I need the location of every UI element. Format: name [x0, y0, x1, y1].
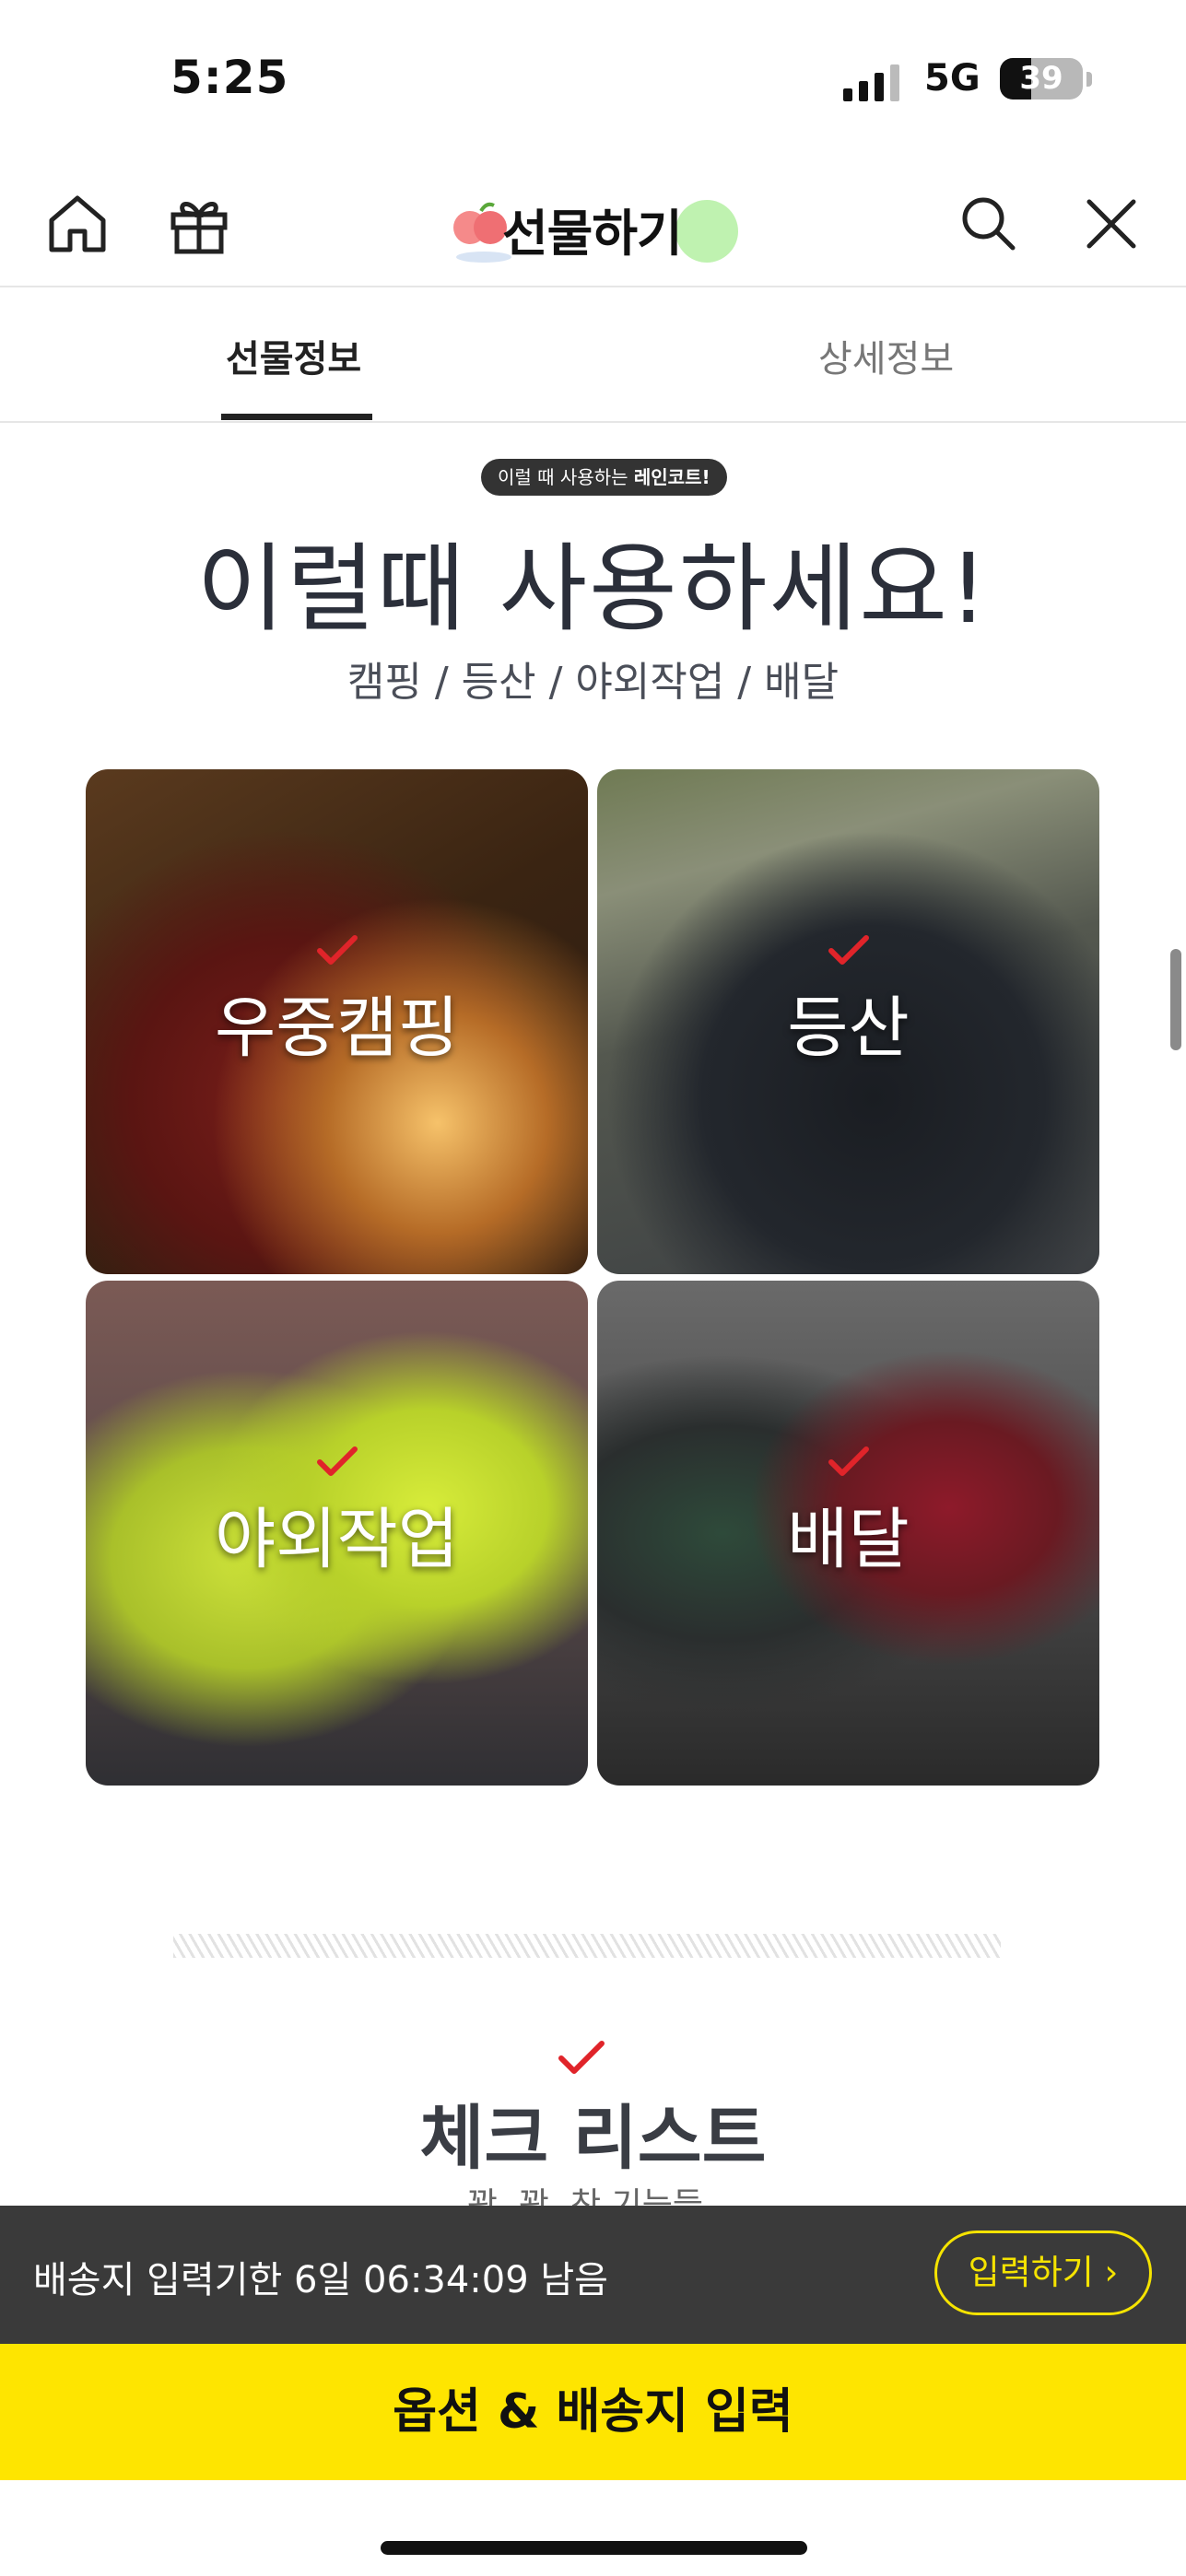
usage-subheading: 캠핑 / 등산 / 야외작업 / 배달	[346, 659, 840, 706]
ribbon-icon	[675, 200, 738, 263]
checklist-title: 체크 리스트	[419, 2097, 767, 2179]
status-bar: 5:25 5G 39	[0, 0, 1186, 161]
tile-label: 등산	[787, 989, 910, 1067]
raincoat-pill: 이럴 때 사용하는 레인코트!	[481, 459, 727, 496]
option-address-button[interactable]: 옵션 & 배송지 입력	[0, 2344, 1186, 2480]
tile-camping: 우중캠핑	[86, 769, 588, 1274]
check-icon	[828, 1446, 869, 1477]
tab-gift-info[interactable]: 선물정보	[226, 329, 361, 382]
delivery-deadline-bar: 배송지 입력기한 6일 06:34:09 남음 입력하기 ›	[0, 2206, 1186, 2344]
tile-label: 우중캠핑	[215, 989, 459, 1067]
usage-heading: 이럴때 사용하세요!	[196, 533, 990, 645]
tab-detail-info[interactable]: 상세정보	[818, 329, 954, 382]
signal-icon	[843, 64, 899, 101]
tab-bar: 선물정보 상세정보	[0, 287, 1186, 423]
product-detail-content: 이럴 때 사용하는 레인코트! 이럴때 사용하세요! 캠핑 / 등산 / 야외작…	[0, 423, 1186, 2206]
checklist-subtitle: 꽉. 꽉. 찬 기능들	[442, 2178, 728, 2206]
header-title: 선물하기	[502, 205, 683, 263]
search-icon[interactable]	[954, 189, 1024, 259]
app-header: 선물하기	[0, 161, 1186, 287]
close-icon[interactable]	[1076, 189, 1146, 259]
home-icon[interactable]	[42, 189, 112, 259]
check-icon	[316, 1446, 358, 1477]
tile-outdoor-work: 야외작업	[86, 1281, 588, 1786]
scrollbar-thumb[interactable]	[1170, 949, 1181, 1050]
home-indicator	[381, 2541, 807, 2555]
tile-label: 야외작업	[215, 1500, 459, 1578]
network-label: 5G	[924, 57, 981, 100]
check-icon	[558, 2041, 605, 2074]
pill-text: 이럴 때 사용하는	[498, 466, 634, 488]
enter-address-button[interactable]: 입력하기 ›	[934, 2231, 1152, 2315]
tile-delivery: 배달	[597, 1281, 1099, 1786]
tile-label: 배달	[787, 1500, 910, 1578]
active-tab-indicator	[221, 414, 372, 420]
check-icon	[828, 935, 869, 966]
deadline-text: 배송지 입력기한 6일 06:34:09 남음	[33, 2259, 608, 2301]
battery-icon: 39	[1000, 58, 1092, 100]
battery-level: 39	[1019, 60, 1063, 97]
divider-hatch	[173, 1934, 1001, 1958]
pill-bold-text: 레인코트!	[633, 466, 710, 488]
status-time: 5:25	[170, 51, 289, 104]
tile-hiking: 등산	[597, 769, 1099, 1274]
brand-logo: 선물하기	[438, 181, 751, 264]
gift-icon[interactable]	[164, 189, 234, 259]
check-icon	[316, 935, 358, 966]
